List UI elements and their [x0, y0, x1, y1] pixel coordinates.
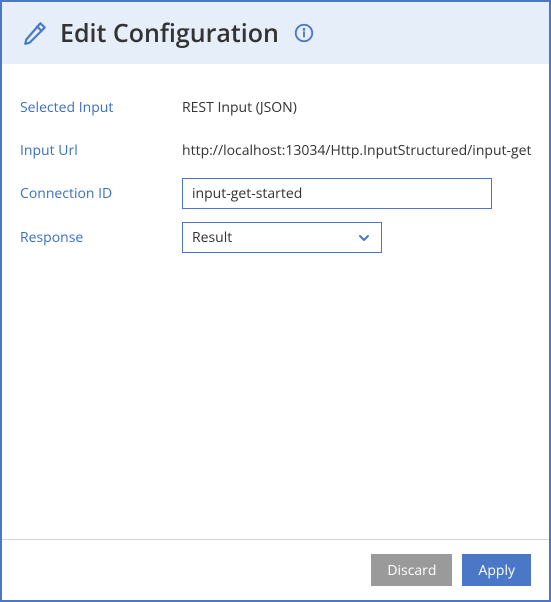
label-connection-id: Connection ID: [20, 184, 182, 203]
info-icon[interactable]: [291, 22, 315, 44]
dialog-header: Edit Configuration: [2, 2, 549, 64]
dialog-footer: Discard Apply: [2, 539, 549, 600]
row-response: Response Result: [20, 222, 531, 253]
connection-id-input[interactable]: [182, 178, 492, 209]
dialog-title: Edit Configuration: [60, 16, 279, 50]
label-response: Response: [20, 228, 182, 247]
value-input-url: http://localhost:13034/Http.InputStructu…: [182, 141, 531, 160]
label-input-url: Input Url: [20, 141, 182, 160]
row-input-url: Input Url http://localhost:13034/Http.In…: [20, 135, 531, 165]
response-select[interactable]: Result: [182, 222, 382, 253]
value-selected-input: REST Input (JSON): [182, 98, 531, 117]
response-select-value: Result: [192, 228, 356, 247]
label-selected-input: Selected Input: [20, 98, 182, 117]
dialog-body: Selected Input REST Input (JSON) Input U…: [2, 64, 549, 539]
row-connection-id: Connection ID: [20, 178, 531, 209]
apply-button[interactable]: Apply: [462, 554, 531, 586]
edit-configuration-dialog: Edit Configuration Selected Input REST I…: [0, 0, 551, 602]
pencil-icon: [22, 20, 48, 46]
row-selected-input: Selected Input REST Input (JSON): [20, 92, 531, 122]
chevron-down-icon: [356, 230, 372, 246]
discard-button[interactable]: Discard: [371, 554, 452, 586]
